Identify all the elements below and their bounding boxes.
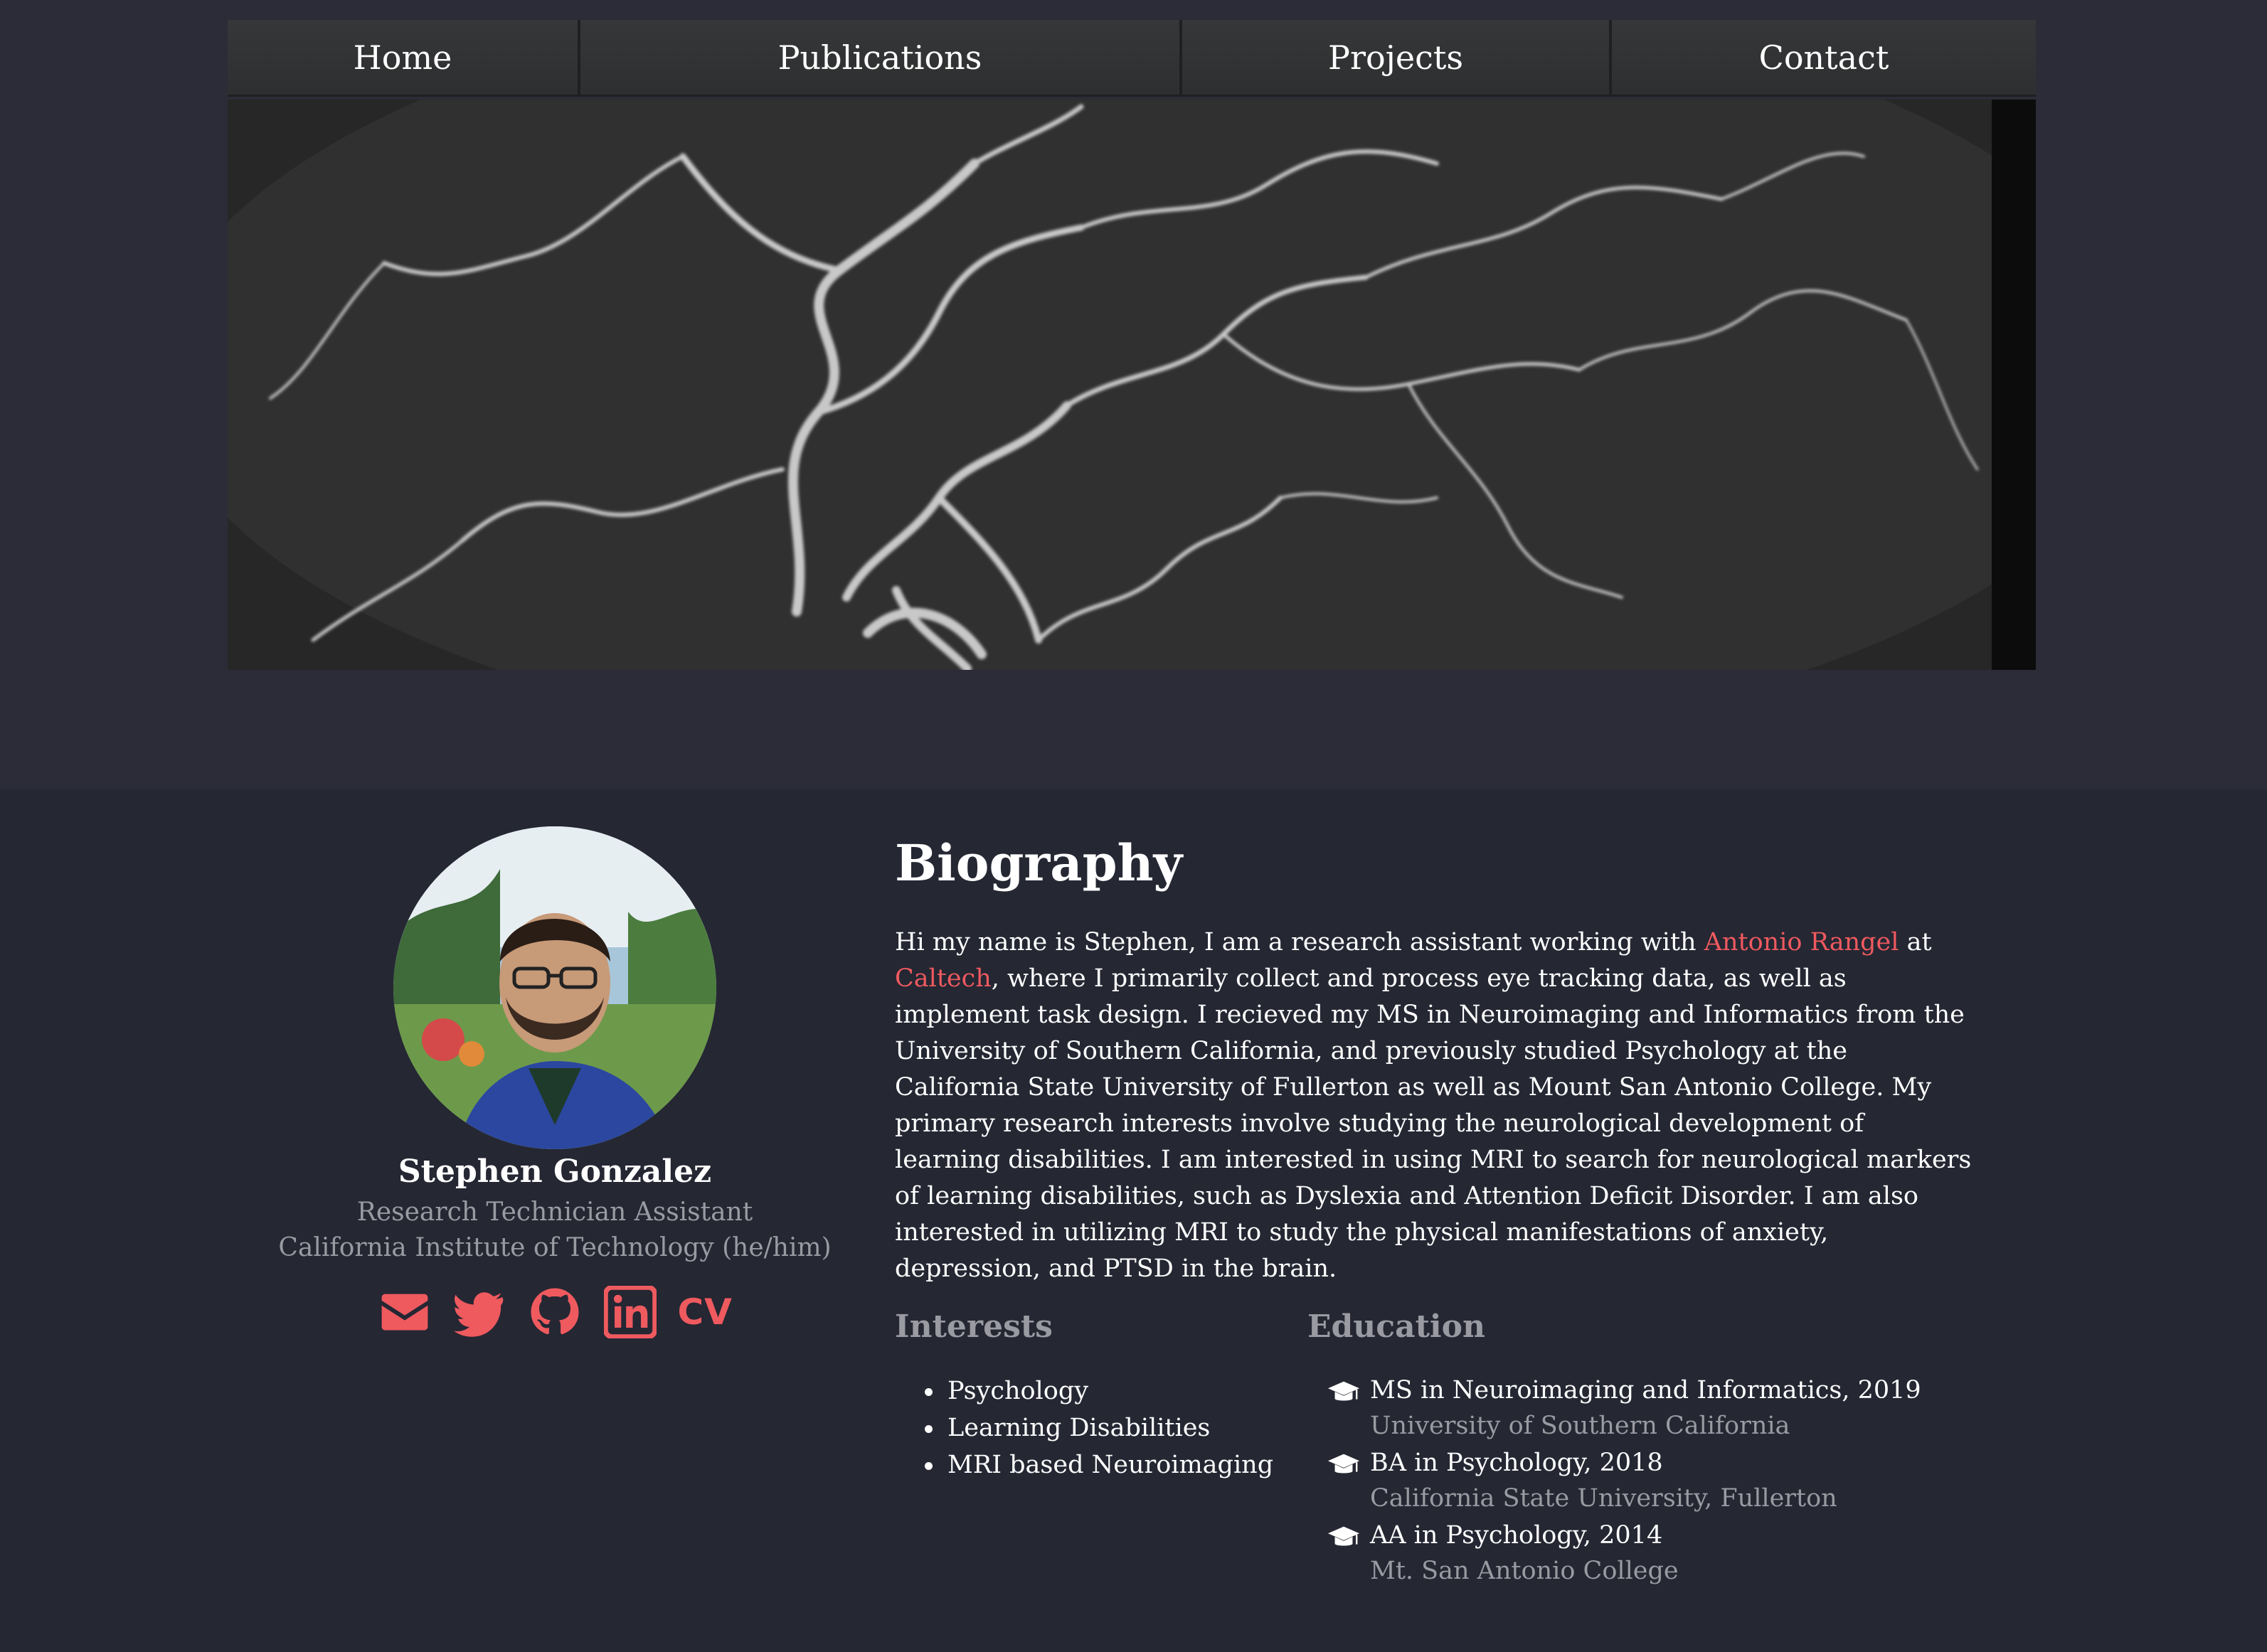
top-navbar: Home Publications Projects Contact (228, 20, 2036, 97)
link-caltech[interactable]: Caltech (895, 964, 992, 993)
biography-text: Hi my name is Stephen, I am a research a… (895, 924, 1976, 1287)
social-links: CV (377, 1280, 733, 1344)
graduation-cap-icon (1327, 1381, 1360, 1401)
nav-publications[interactable]: Publications (580, 20, 1182, 95)
biography-title: Biography (895, 833, 1183, 892)
hero-angiogram-image (228, 100, 2036, 670)
link-antonio-rangel[interactable]: Antonio Rangel (1704, 928, 1899, 956)
biography-rest: , where I primarily collect and process … (895, 964, 1972, 1283)
nav-projects[interactable]: Projects (1182, 20, 1612, 95)
education-item: BA in Psychology, 2018 California State … (1327, 1445, 1921, 1518)
education-school: University of Southern California (1370, 1412, 1790, 1440)
education-list: MS in Neuroimaging and Informatics, 2019… (1327, 1373, 1921, 1590)
biography-intro: Hi my name is Stephen, I am a research a… (895, 928, 1704, 956)
profile-organization: California Institute of Technology (he/h… (278, 1233, 832, 1262)
education-degree: AA in Psychology, 2014 (1370, 1521, 1663, 1550)
education-item: MS in Neuroimaging and Informatics, 2019… (1327, 1373, 1921, 1445)
github-icon[interactable] (527, 1284, 583, 1340)
nav-home[interactable]: Home (228, 20, 580, 95)
education-item: AA in Psychology, 2014 Mt. San Antonio C… (1327, 1518, 1921, 1590)
twitter-icon[interactable] (452, 1284, 508, 1340)
envelope-icon[interactable] (377, 1284, 432, 1340)
profile-role: Research Technician Assistant (356, 1198, 753, 1227)
interests-title: Interests (895, 1309, 1053, 1345)
education-degree: MS in Neuroimaging and Informatics, 2019 (1370, 1376, 1921, 1405)
nav-contact[interactable]: Contact (1612, 20, 2036, 95)
interest-item: Learning Disabilities (922, 1409, 1273, 1446)
education-degree: BA in Psychology, 2018 (1370, 1449, 1663, 1477)
interest-item: MRI based Neuroimaging (922, 1446, 1273, 1483)
education-school: Mt. San Antonio College (1370, 1557, 1679, 1585)
profile-avatar (393, 826, 716, 1149)
biography-between: at (1899, 928, 1932, 956)
education-title: Education (1307, 1309, 1485, 1345)
cv-icon[interactable]: CV (677, 1284, 733, 1340)
graduation-cap-icon (1327, 1454, 1360, 1474)
cv-label: CV (677, 1291, 733, 1333)
graduation-cap-icon (1327, 1526, 1360, 1546)
interests-list: Psychology Learning Disabilities MRI bas… (922, 1373, 1273, 1483)
interest-item: Psychology (922, 1373, 1273, 1409)
profile-name: Stephen Gonzalez (398, 1153, 712, 1190)
linkedin-icon[interactable] (602, 1284, 658, 1340)
education-school: California State University, Fullerton (1370, 1484, 1837, 1513)
